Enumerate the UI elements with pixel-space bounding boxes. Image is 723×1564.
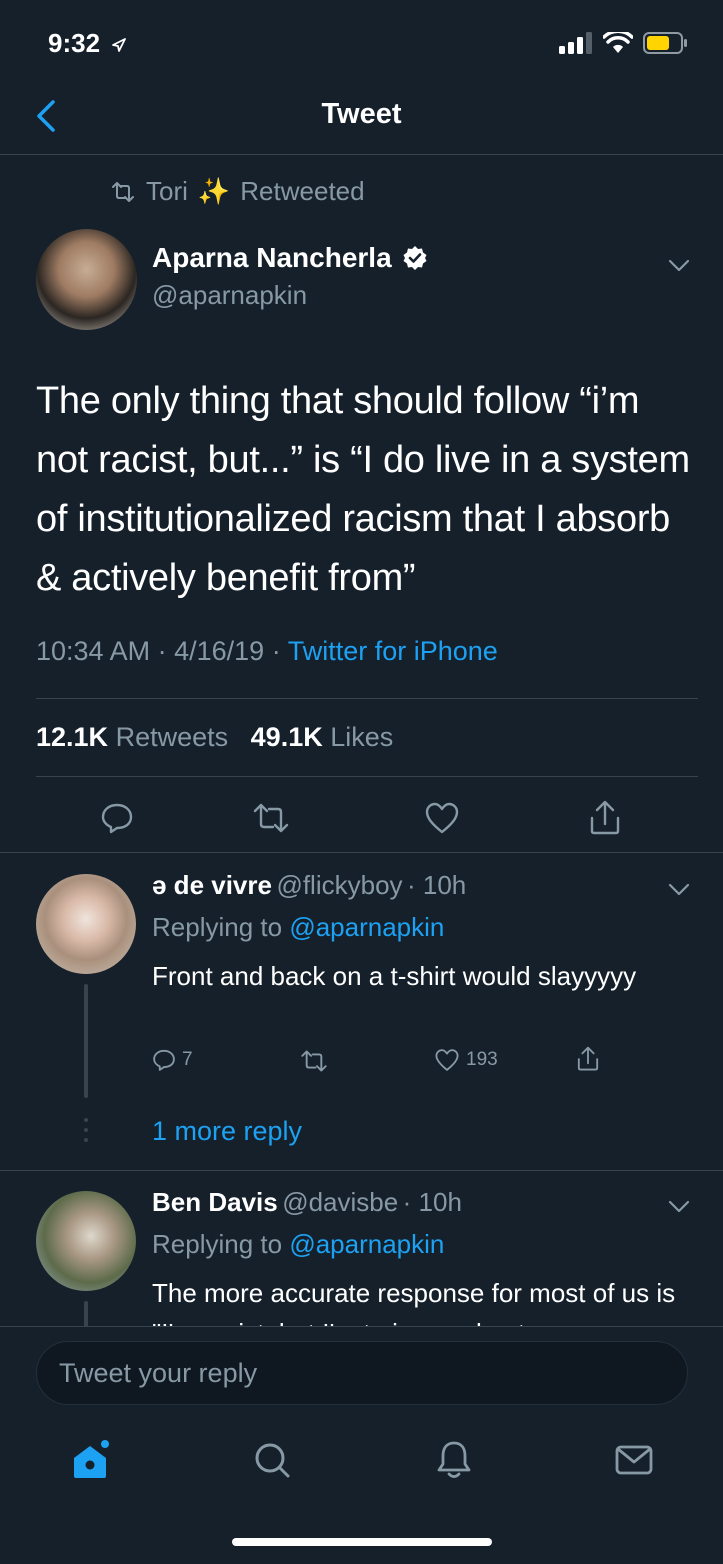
thread-line (84, 984, 88, 1098)
more-replies-link[interactable]: 1 more reply (152, 1116, 302, 1147)
tweet-time: 10:34 AM (36, 636, 151, 666)
tweet-stats: 12.1K Retweets 49.1K Likes (36, 722, 393, 753)
tweet-date: 4/16/19 (174, 636, 265, 666)
reply-options-button[interactable] (666, 876, 692, 907)
sparkles-emoji: ✨ (197, 176, 231, 206)
thread-line (84, 1301, 88, 1327)
tab-messages[interactable] (612, 1438, 656, 1482)
location-arrow-icon (112, 38, 127, 53)
reply-text: The more accurate response for most of u… (152, 1278, 676, 1327)
tab-search[interactable] (250, 1438, 294, 1482)
share-icon (590, 800, 620, 835)
tweet-meta: 10:34 AM · 4/16/19 · Twitter for iPhone (36, 636, 498, 666)
tab-bar (0, 1420, 723, 1510)
reply-retweet-button[interactable] (300, 1050, 328, 1072)
actions-divider (0, 852, 723, 853)
composer-divider (0, 1326, 723, 1327)
stats-divider (36, 776, 698, 777)
retweeted-by[interactable]: Tori ✨ Retweeted (110, 176, 365, 207)
thread-dots (84, 1118, 88, 1146)
share-button[interactable] (580, 790, 630, 846)
wifi-icon (603, 32, 633, 53)
replying-to-link[interactable]: @aparnapkin (289, 1229, 444, 1259)
reply-composer[interactable]: Tweet your reply (36, 1341, 688, 1405)
status-icons (559, 32, 687, 54)
likes-stat[interactable]: 49.1K Likes (251, 722, 394, 752)
like-icon (435, 1049, 459, 1071)
tweet-text: The only thing that should follow “i’m n… (36, 380, 690, 599)
reply-text: Front and back on a t-shirt would slayyy… (152, 961, 637, 991)
meta-divider (36, 698, 698, 699)
header-divider (0, 154, 723, 155)
retweets-stat[interactable]: 12.1K Retweets (36, 722, 228, 752)
notifications-icon (437, 1441, 471, 1478)
reply-like-button[interactable]: 193 (434, 1048, 498, 1072)
page-title: Tweet (321, 98, 402, 130)
reply-avatar[interactable] (36, 1191, 136, 1291)
reply-author-handle[interactable]: @flickyboy (276, 870, 402, 900)
author-avatar[interactable] (36, 229, 137, 330)
retweeted-label: Retweeted (240, 176, 365, 206)
share-icon (577, 1046, 599, 1071)
reply-icon (101, 803, 133, 834)
replying-to-link[interactable]: @aparnapkin (289, 912, 444, 942)
signal-icon (559, 32, 592, 54)
reply-share-button[interactable] (576, 1046, 600, 1072)
home-indicator[interactable] (232, 1538, 492, 1546)
reply-author-handle[interactable]: @davisbe (282, 1187, 398, 1217)
retweeted-by-name: Tori (146, 176, 188, 206)
like-button[interactable] (417, 790, 467, 846)
replying-to: Replying to @aparnapkin (152, 912, 445, 942)
reply-icon (153, 1049, 175, 1071)
status-time: 9:32 (48, 28, 127, 59)
search-icon (255, 1443, 290, 1478)
tweet-options-button[interactable] (666, 252, 692, 283)
reply-input-placeholder: Tweet your reply (59, 1358, 258, 1388)
reply-author-name[interactable]: ə de vivre (152, 870, 272, 900)
reply-reply-button[interactable]: 7 (152, 1048, 193, 1072)
tab-notifications[interactable] (432, 1438, 476, 1482)
messages-icon (615, 1445, 653, 1475)
reply-header: ə de vivre @flickyboy · 10h (152, 870, 466, 901)
reply-2-container: Ben Davis @davisbe · 10h Replying to @ap… (0, 1171, 723, 1327)
reply-time: · 10h (406, 870, 467, 900)
like-count: 193 (466, 1049, 498, 1070)
reply-time: · 10h (402, 1187, 462, 1217)
reply-avatar[interactable] (36, 874, 136, 974)
chevron-down-icon (668, 883, 690, 896)
author-name[interactable]: Aparna Nancherla (152, 242, 428, 274)
retweet-icon (301, 1050, 327, 1072)
chevron-down-icon (668, 259, 690, 272)
chevron-down-icon (668, 1200, 690, 1213)
retweet-icon (112, 181, 134, 202)
battery-icon (643, 32, 687, 54)
retweet-icon (253, 803, 289, 833)
verified-icon (403, 246, 427, 270)
reply-options-button[interactable] (666, 1193, 692, 1224)
reply-header: Ben Davis @davisbe · 10h (152, 1187, 462, 1218)
reply-button[interactable] (92, 790, 142, 846)
tweet-source-link[interactable]: Twitter for iPhone (288, 636, 498, 666)
tweet-actions (0, 790, 723, 846)
home-icon (74, 1440, 109, 1478)
reply-count: 7 (182, 1049, 193, 1070)
reply-author-name[interactable]: Ben Davis (152, 1187, 278, 1217)
like-icon (425, 802, 459, 834)
tab-home[interactable] (68, 1438, 112, 1482)
retweet-button[interactable] (246, 790, 296, 846)
author-handle[interactable]: @aparnapkin (152, 280, 307, 311)
replying-to: Replying to @aparnapkin (152, 1229, 445, 1259)
